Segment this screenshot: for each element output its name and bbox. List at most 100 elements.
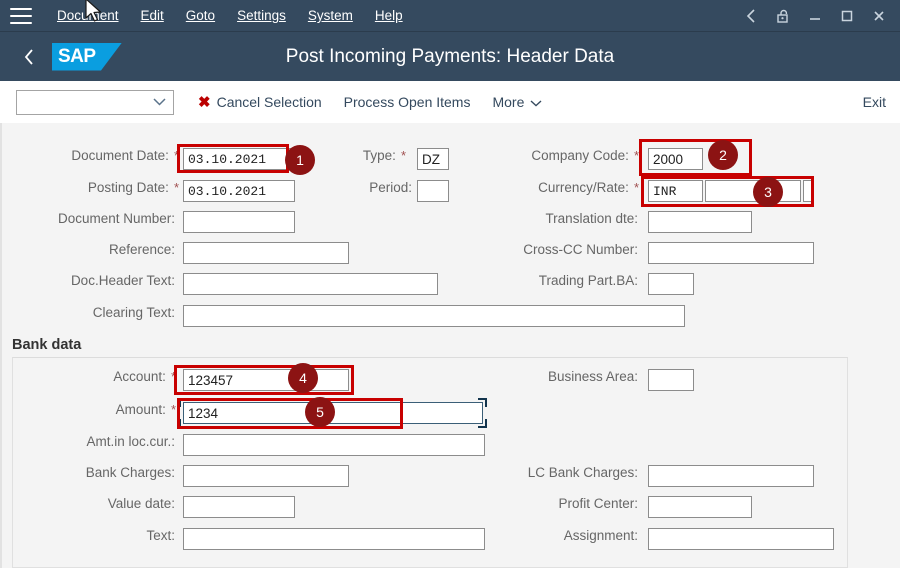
text-input[interactable] [183,528,485,550]
field-row-assignment-label: Assignment: [460,528,643,543]
cross-cc-number-input[interactable] [648,242,814,264]
field-row-reference-label: Reference: [0,242,180,257]
action-toolbar: ✖ Cancel Selection Process Open Items Mo… [0,81,900,124]
field-row-clearing-text-label: Clearing Text: [0,305,180,320]
maximize-icon[interactable] [832,2,862,30]
field-row-lc-bank-charges-label: LC Bank Charges: [460,465,643,480]
currency-input[interactable] [648,180,703,202]
translation-dte-label: Translation dte: [545,211,638,226]
profit-center-label: Profit Center: [558,496,638,511]
navigate-back-button[interactable] [12,40,46,74]
required-asterisk: * [400,148,406,163]
business-area-label: Business Area: [547,369,638,384]
menu-item-help[interactable]: Help [364,5,414,26]
minimize-icon[interactable] [800,2,830,30]
field-row-company-code-label: Company Code: * [460,148,643,163]
field-row-posting-date-label: Posting Date: * [0,180,183,195]
bank-data-section-title: Bank data [12,337,82,353]
amount-label: Amount: [115,402,166,417]
field-row-cross-cc-number-label: Cross-CC Number: [460,242,643,257]
doc-header-text-input[interactable] [183,273,438,295]
menu-item-system-label: System [307,8,353,23]
menu-item-settings-label: Settings [237,8,286,23]
field-row-profit-center-label: Profit Center: [460,496,643,511]
field-row-text-label: Text: [0,528,180,543]
required-asterisk: * [173,148,179,163]
title-bar: SAP Post Incoming Payments: Header Data [0,31,900,81]
menu-item-goto-label: Goto [185,8,216,23]
type-input[interactable] [417,148,449,170]
translation-dte-input[interactable] [648,211,752,233]
menu-item-goto[interactable]: Goto [175,5,226,26]
field-row-document-number-label: Document Number: [0,211,180,226]
text-label: Text: [146,528,175,543]
document-date-label: Document Date: [71,148,169,163]
menu-item-document[interactable]: Document [46,5,130,26]
close-x-icon: ✖ [198,93,211,111]
assignment-input[interactable] [648,528,834,550]
lock-icon[interactable] [768,2,798,30]
process-open-items-button[interactable]: Process Open Items [344,94,471,110]
exchange-rate-input[interactable] [705,180,801,202]
bank-charges-input[interactable] [183,465,349,487]
assignment-label: Assignment: [563,528,638,543]
exit-button[interactable]: Exit [863,94,886,110]
field-row-amt-loc-cur-label: Amt.in loc.cur.: [0,434,180,449]
menu-item-edit[interactable]: Edit [130,5,175,26]
value-date-input[interactable] [183,496,295,518]
company-code-input[interactable] [648,148,703,170]
sap-application-window: Document Edit Goto Settings System Help [0,0,900,568]
profit-center-input[interactable] [648,496,752,518]
amount-field-focus-wrapper [179,398,487,428]
clearing-text-input[interactable] [183,305,685,327]
back-icon[interactable] [736,2,766,30]
menu-bar: Document Edit Goto Settings System Help [0,0,900,31]
more-button[interactable]: More [492,94,542,110]
field-row-amount-label: Amount: * [0,402,180,417]
menu-item-edit-label: Edit [140,8,164,23]
business-area-input[interactable] [648,369,694,391]
field-row-currency-rate-label: Currency/Rate: * [460,180,643,195]
amount-input[interactable] [183,402,483,424]
field-row-bank-charges-label: Bank Charges: [0,465,180,480]
menu-item-list: Document Edit Goto Settings System Help [46,5,414,26]
required-asterisk: * [633,148,639,163]
account-input[interactable] [183,369,349,391]
required-asterisk: * [173,180,179,195]
lc-bank-charges-label: LC Bank Charges: [527,465,638,480]
menu-item-settings[interactable]: Settings [226,5,297,26]
document-number-label: Document Number: [57,211,175,226]
field-row-business-area-label: Business Area: [460,369,643,384]
close-icon[interactable] [864,2,894,30]
account-label: Account: [113,369,166,384]
trading-part-ba-input[interactable] [648,273,694,295]
company-code-label: Company Code: [531,148,629,163]
cross-cc-number-label: Cross-CC Number: [523,242,638,257]
chevron-down-icon [530,94,542,110]
transaction-select-dropdown[interactable] [16,89,174,115]
lc-bank-charges-input[interactable] [648,465,814,487]
type-label: Type: [362,148,396,163]
field-row-translation-dte-label: Translation dte: [460,211,643,226]
menu-item-help-label: Help [374,8,403,23]
cancel-selection-button[interactable]: ✖ Cancel Selection [198,94,322,110]
value-date-label: Value date: [107,496,175,511]
currency-rate-label: Currency/Rate: [538,180,629,195]
field-row-value-date-label: Value date: [0,496,180,511]
required-asterisk: * [170,402,176,417]
hamburger-menu-icon[interactable] [10,7,32,24]
form-content-area: Document Date: * Posting Date: * Documen… [0,123,900,568]
reference-label: Reference: [108,242,175,257]
currency-extra-input[interactable] [803,180,813,202]
document-date-input[interactable] [183,148,295,170]
exit-label: Exit [862,94,886,110]
menu-item-system[interactable]: System [297,5,364,26]
amt-in-loc-cur-input[interactable] [183,434,485,456]
posting-date-input[interactable] [183,180,295,202]
more-label: More [492,94,525,110]
amt-in-loc-cur-label: Amt.in loc.cur.: [86,434,175,449]
document-number-input[interactable] [183,211,295,233]
period-input[interactable] [417,180,449,202]
sap-logo: SAP [52,42,122,71]
reference-input[interactable] [183,242,349,264]
